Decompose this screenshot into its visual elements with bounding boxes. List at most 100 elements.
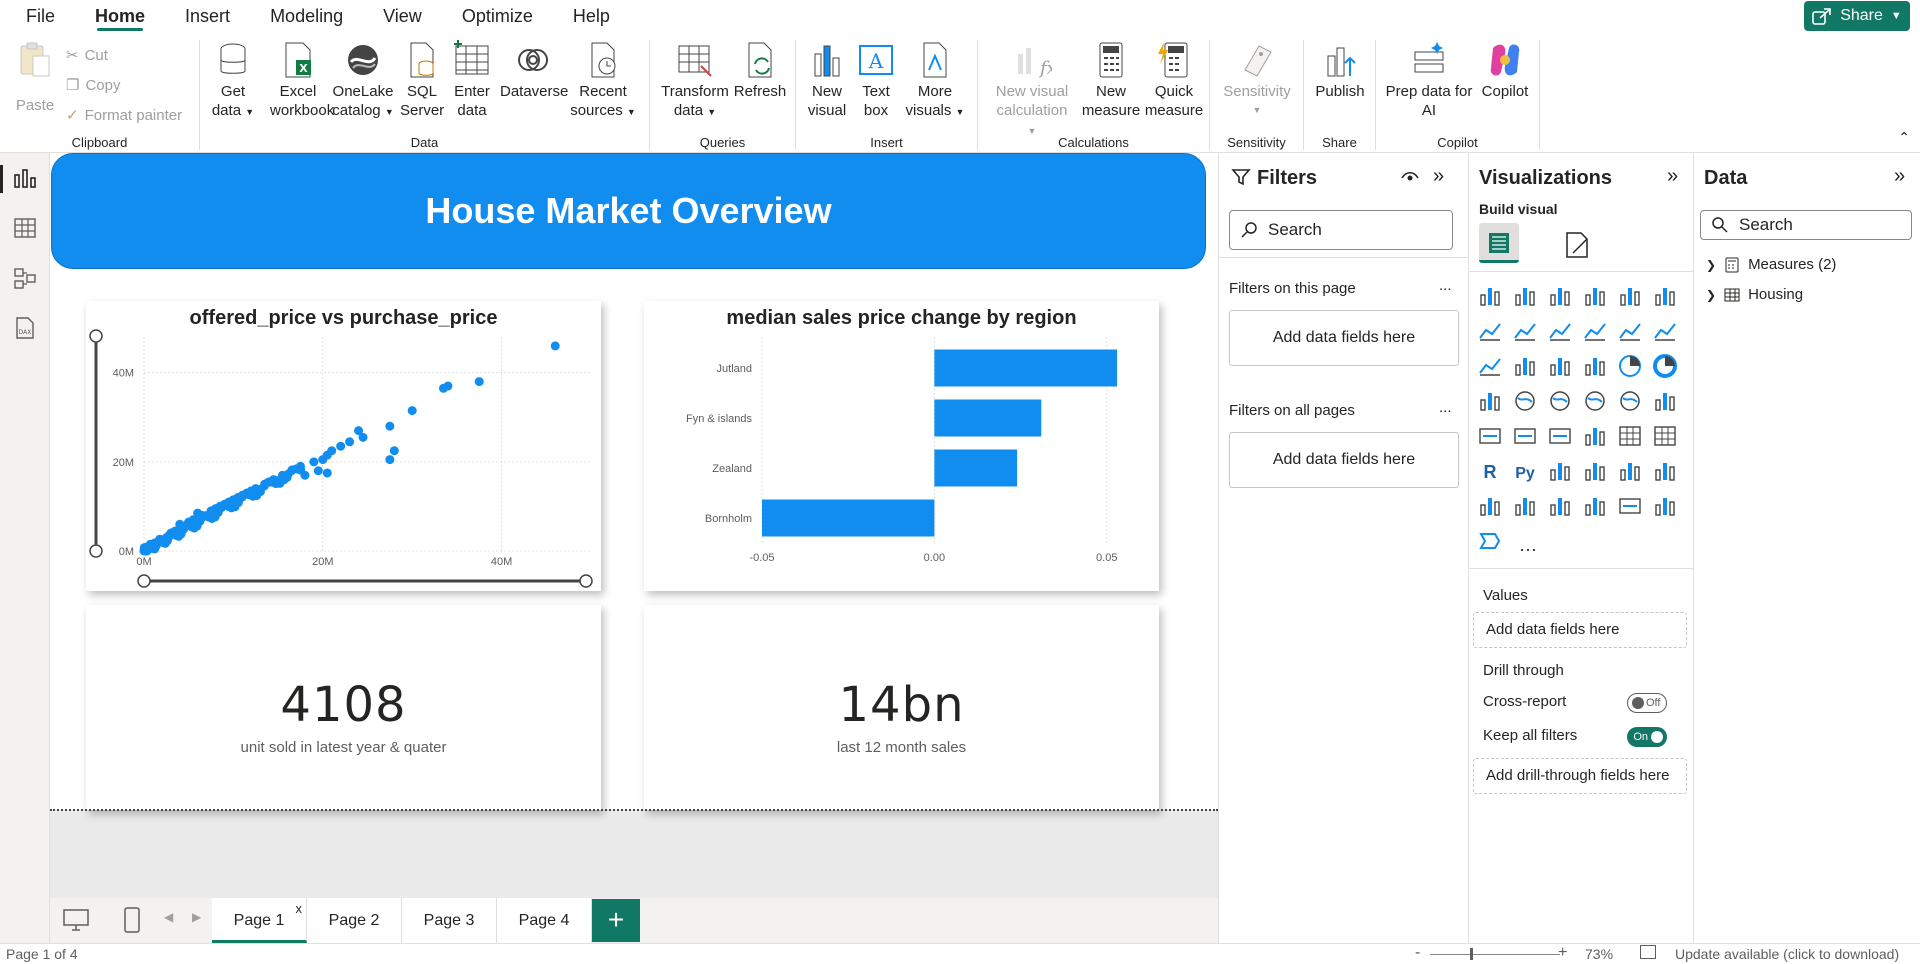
quick-measure-button[interactable]: Quick measure bbox=[1142, 40, 1206, 120]
drill-through-drop-zone[interactable]: Add drill-through fields here bbox=[1473, 758, 1687, 794]
scatter-point[interactable] bbox=[385, 421, 395, 431]
enter-data-button[interactable]: Enter data bbox=[450, 40, 494, 120]
metrics-icon[interactable] bbox=[1477, 493, 1503, 519]
text-box-button[interactable]: A Text box bbox=[854, 40, 898, 120]
clustered-column-icon[interactable] bbox=[1582, 283, 1608, 309]
line-clustered-column-icon[interactable] bbox=[1652, 318, 1678, 344]
paste-button[interactable]: Paste bbox=[14, 40, 56, 115]
waterfall-icon[interactable] bbox=[1512, 353, 1538, 379]
table-view-icon[interactable] bbox=[12, 215, 38, 241]
zoom-out-button[interactable]: - bbox=[1415, 944, 1420, 962]
scatter-point[interactable] bbox=[389, 446, 399, 456]
bar-jutland[interactable] bbox=[934, 349, 1118, 387]
x-zoom-handle-left[interactable] bbox=[137, 574, 151, 588]
build-visual-tab[interactable] bbox=[1479, 223, 1519, 263]
100-area-icon[interactable] bbox=[1582, 318, 1608, 344]
report-view-icon[interactable] bbox=[12, 165, 38, 191]
r-visual-icon[interactable]: R bbox=[1477, 458, 1503, 484]
transform-data-button[interactable]: Transform data ▼ bbox=[660, 40, 730, 122]
add-page-button[interactable]: + bbox=[592, 899, 640, 942]
kpi-icon[interactable] bbox=[1547, 423, 1573, 449]
values-drop-zone[interactable]: Add data fields here bbox=[1473, 612, 1687, 648]
data-search-input[interactable]: Search bbox=[1700, 210, 1912, 240]
filled-map-icon[interactable] bbox=[1547, 388, 1573, 414]
ribbon-icon[interactable] bbox=[1477, 353, 1503, 379]
menu-view[interactable]: View bbox=[363, 0, 442, 32]
more-visuals-button[interactable]: More visuals ▼ bbox=[902, 40, 968, 122]
dax-query-view-icon[interactable]: DAX bbox=[12, 315, 38, 341]
dataverse-button[interactable]: Dataverse bbox=[500, 40, 568, 101]
sensitivity-button[interactable]: Sensitivity ▼ bbox=[1218, 40, 1296, 120]
card-sales[interactable]: 14bn last 12 month sales bbox=[644, 605, 1159, 810]
key-influencers-icon[interactable] bbox=[1547, 458, 1573, 484]
multi-row-card-icon[interactable] bbox=[1512, 423, 1538, 449]
scroll-right-icon[interactable]: ▶ bbox=[192, 910, 201, 924]
bar-bornholm[interactable] bbox=[762, 499, 935, 537]
line-column-icon[interactable] bbox=[1617, 318, 1643, 344]
python-visual-icon[interactable]: Py bbox=[1512, 458, 1538, 484]
zoom-slider[interactable] bbox=[1430, 954, 1560, 955]
bar-zealand[interactable] bbox=[934, 449, 1018, 487]
more-options-icon[interactable]: ... bbox=[1439, 277, 1452, 294]
clustered-bar-icon[interactable] bbox=[1547, 283, 1573, 309]
more-arrow-icon[interactable] bbox=[1477, 528, 1503, 554]
scatter-point[interactable] bbox=[322, 468, 332, 478]
copilot-button[interactable]: Copilot bbox=[1476, 40, 1534, 101]
collapse-ribbon-icon[interactable]: ⌃ bbox=[1898, 129, 1910, 146]
all-pages-filters-drop-zone[interactable]: Add data fields here bbox=[1229, 432, 1459, 488]
zoom-slider-thumb[interactable] bbox=[1470, 948, 1473, 960]
card-units-sold[interactable]: 4108 unit sold in latest year & quater bbox=[86, 605, 601, 810]
100-column-icon[interactable] bbox=[1652, 283, 1678, 309]
area-icon[interactable] bbox=[1512, 318, 1538, 344]
scatter-visual[interactable]: offered_price vs purchase_price 0M 0M 20M 2… bbox=[86, 301, 601, 591]
eye-icon[interactable] bbox=[1401, 169, 1419, 185]
pie-icon[interactable] bbox=[1617, 353, 1643, 379]
tab-page-1[interactable]: Page 1 x bbox=[212, 898, 307, 943]
keep-filters-toggle[interactable]: On bbox=[1627, 727, 1667, 747]
azure-map-icon[interactable] bbox=[1617, 388, 1643, 414]
scatter-point[interactable] bbox=[318, 455, 328, 465]
tab-page-4[interactable]: Page 4 bbox=[497, 898, 592, 943]
model-view-icon[interactable] bbox=[12, 265, 38, 291]
paginated-report-icon[interactable] bbox=[1512, 493, 1538, 519]
menu-home[interactable]: Home bbox=[75, 0, 165, 32]
scatter-point[interactable] bbox=[438, 383, 448, 393]
scatter-point[interactable] bbox=[313, 466, 323, 476]
scatter-point[interactable] bbox=[296, 465, 306, 475]
mobile-layout-icon[interactable] bbox=[122, 906, 142, 934]
excel-workbook-button[interactable]: X Excel workbook bbox=[270, 40, 334, 120]
tree-item-measures[interactable]: ❯ Measures (2) bbox=[1706, 256, 1836, 273]
cut-button[interactable]: ✂ Cut bbox=[66, 46, 108, 65]
gauge-icon[interactable] bbox=[1652, 388, 1678, 414]
more-options-icon[interactable]: ... bbox=[1439, 399, 1452, 416]
title-banner[interactable]: House Market Overview bbox=[51, 153, 1206, 269]
zoom-in-button[interactable]: + bbox=[1558, 944, 1567, 962]
collapse-filters-icon[interactable]: » bbox=[1433, 165, 1444, 188]
x-zoom-handle-right[interactable] bbox=[579, 574, 593, 588]
power-apps-icon[interactable] bbox=[1547, 493, 1573, 519]
scatter-point[interactable] bbox=[358, 432, 368, 442]
get-data-button[interactable]: Get data ▼ bbox=[210, 40, 256, 122]
stacked-column-icon[interactable] bbox=[1512, 283, 1538, 309]
publish-button[interactable]: Publish bbox=[1310, 40, 1370, 101]
refresh-button[interactable]: Refresh bbox=[732, 40, 788, 101]
desktop-layout-icon[interactable] bbox=[62, 908, 90, 932]
scatter-point[interactable] bbox=[550, 341, 560, 351]
share-button[interactable]: Share ▼ bbox=[1804, 1, 1910, 31]
new-measure-button[interactable]: New measure bbox=[1080, 40, 1142, 120]
tree-item-housing[interactable]: ❯ Housing bbox=[1706, 286, 1803, 303]
scatter-point[interactable] bbox=[474, 377, 484, 387]
update-available-link[interactable]: Update available (click to download) bbox=[1675, 946, 1899, 962]
treemap-icon[interactable] bbox=[1477, 388, 1503, 414]
menu-optimize[interactable]: Optimize bbox=[442, 0, 553, 32]
y-zoom-handle-bottom[interactable] bbox=[89, 544, 103, 558]
donut-icon[interactable] bbox=[1652, 353, 1678, 379]
new-visual-calculation-button[interactable]: fx New visual calculation ▼ bbox=[992, 40, 1072, 141]
filters-search-input[interactable]: Search bbox=[1229, 210, 1453, 250]
scatter-icon[interactable] bbox=[1582, 353, 1608, 379]
bar-fyn-islands[interactable] bbox=[934, 399, 1042, 437]
power-automate-icon[interactable] bbox=[1582, 493, 1608, 519]
stacked-area-icon[interactable] bbox=[1547, 318, 1573, 344]
new-visual-button[interactable]: New visual bbox=[804, 40, 850, 120]
format-visual-icon[interactable] bbox=[1561, 229, 1593, 261]
